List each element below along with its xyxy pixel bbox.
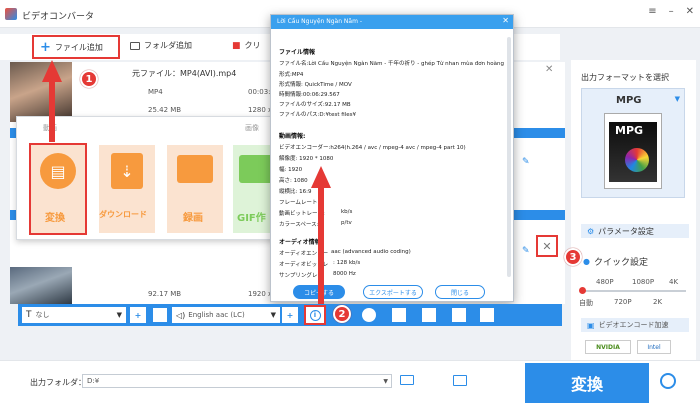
step-badge-1: 1 xyxy=(80,70,98,88)
step-badge-3: 3 xyxy=(564,248,582,266)
arrow-1 xyxy=(42,60,62,142)
annotation-arrows xyxy=(42,60,331,304)
arrow-2 xyxy=(311,166,331,304)
step-badge-2: 2 xyxy=(333,305,351,323)
